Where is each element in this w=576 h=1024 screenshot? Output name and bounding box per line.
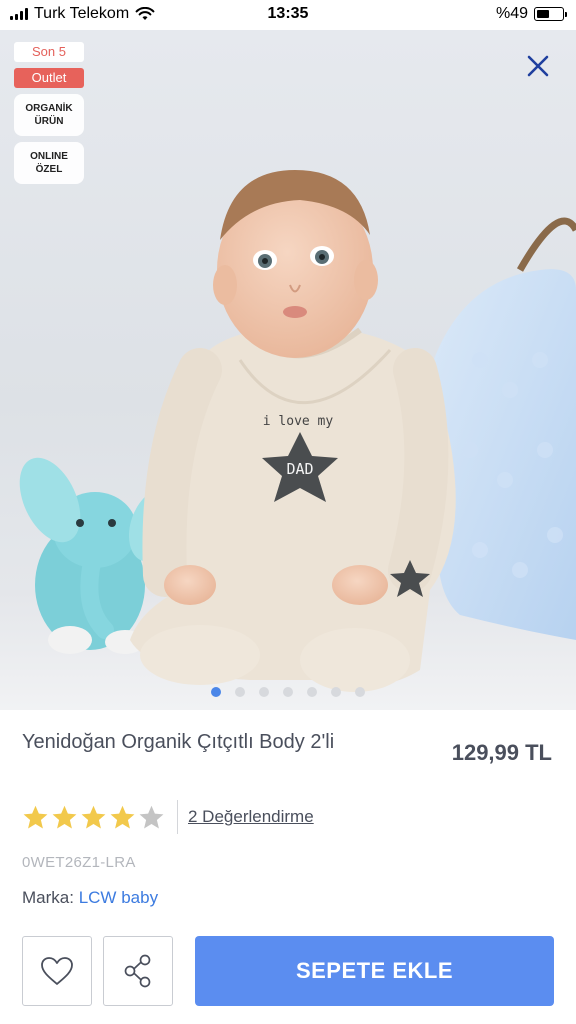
close-button[interactable]: [524, 52, 552, 80]
heart-icon: [41, 957, 73, 985]
carousel-dot[interactable]: [211, 687, 221, 697]
carousel-dot[interactable]: [355, 687, 365, 697]
star-empty-icon: [139, 805, 164, 829]
shirt-text: i love my: [263, 414, 334, 429]
rating-stars: [22, 804, 165, 831]
share-icon: [124, 954, 151, 988]
rating-divider: [177, 800, 178, 834]
product-info: Yenidoğan Organik Çıtçıtlı Body 2'li 129…: [0, 710, 576, 1024]
product-photo: i love my DAD: [0, 170, 576, 710]
battery-percent: %49: [495, 5, 528, 22]
close-icon: [527, 55, 549, 77]
product-image-carousel[interactable]: i love my DAD Son 5 Outlet ORGANİK ÜRÜN …: [0, 30, 576, 710]
star-filled-icon: [81, 805, 106, 829]
carousel-dot[interactable]: [235, 687, 245, 697]
battery-fill: [537, 10, 549, 18]
status-right: %49: [495, 5, 567, 23]
carousel-dot[interactable]: [307, 687, 317, 697]
add-to-cart-button[interactable]: SEPETE EKLE: [195, 936, 554, 1006]
product-title: Yenidoğan Organik Çıtçıtlı Body 2'li: [22, 731, 335, 753]
carousel-dot[interactable]: [259, 687, 269, 697]
star-filled-icon: [110, 805, 135, 829]
stock-badge: Son 5: [14, 42, 84, 62]
carousel-dot[interactable]: [283, 687, 293, 697]
rating-row: 2 Değerlendirme: [22, 800, 314, 834]
product-sku: 0WET26Z1-LRA: [22, 854, 136, 871]
star-filled-icon: [52, 805, 77, 829]
reviews-link[interactable]: 2 Değerlendirme: [188, 807, 314, 827]
carousel-dot[interactable]: [331, 687, 341, 697]
outlet-badge: Outlet: [14, 68, 84, 88]
product-price: 129,99 TL: [451, 740, 552, 765]
organic-badge: ORGANİK ÜRÜN: [14, 94, 84, 136]
brand-label: Marka:: [22, 888, 74, 907]
status-bar: Turk Telekom 13:35 %49: [0, 0, 576, 30]
star-filled-icon: [23, 805, 48, 829]
favorite-button[interactable]: [22, 936, 92, 1006]
clock: 13:35: [267, 5, 309, 22]
online-exclusive-badge: ONLINE ÖZEL: [14, 142, 84, 184]
share-button[interactable]: [103, 936, 173, 1006]
brand-link[interactable]: LCW baby: [79, 888, 158, 907]
carousel-indicator: [0, 687, 576, 697]
battery-icon: [534, 7, 567, 21]
product-badges: Son 5 Outlet ORGANİK ÜRÜN ONLINE ÖZEL: [14, 42, 84, 184]
star-text: DAD: [286, 460, 313, 478]
brand-row: Marka: LCW baby: [22, 888, 158, 908]
baby: i love my DAD: [130, 170, 456, 692]
